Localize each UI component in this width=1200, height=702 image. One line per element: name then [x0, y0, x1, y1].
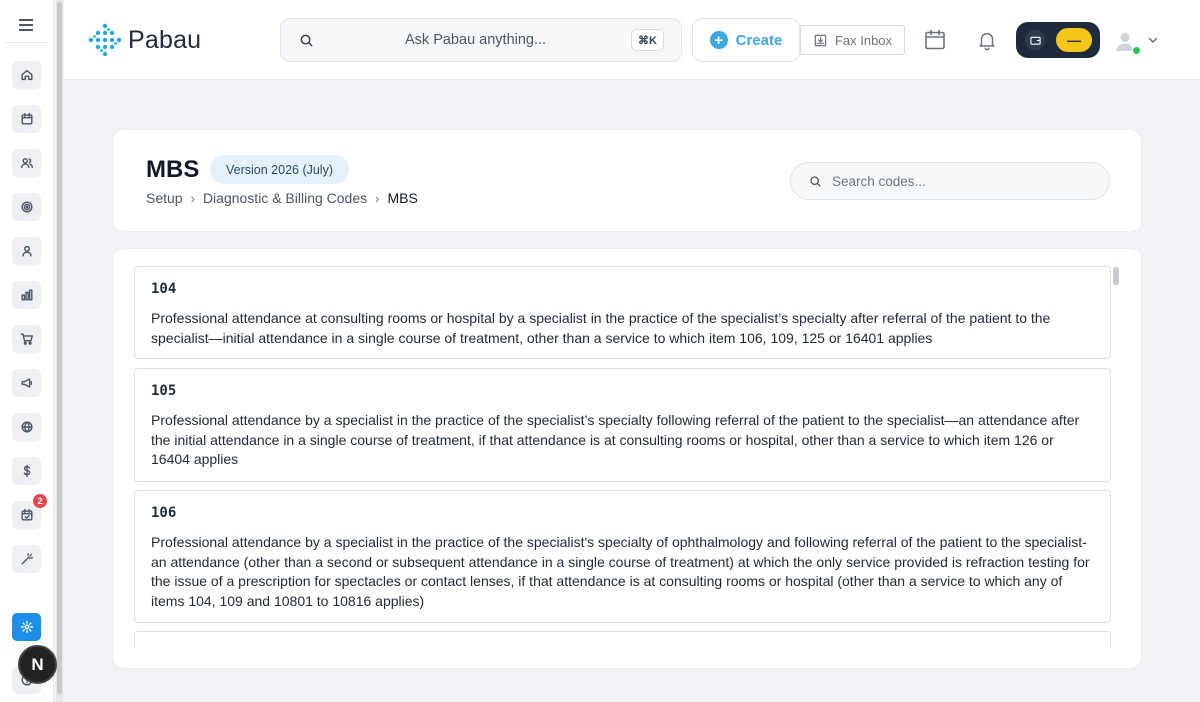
sidebar-item-tools[interactable] — [12, 545, 41, 573]
sidebar-item-clients[interactable] — [12, 149, 41, 177]
wallet-toggle[interactable]: — — [1016, 22, 1100, 58]
user-icon — [21, 245, 32, 257]
fax-inbox-button[interactable]: Fax Inbox — [800, 25, 905, 55]
calendar-check-icon — [20, 509, 33, 521]
dollar-icon — [23, 464, 30, 478]
breadcrumb-setup[interactable]: Setup — [146, 190, 183, 206]
target-icon — [20, 201, 33, 213]
create-button[interactable]: + Create — [692, 18, 800, 62]
bar-chart-icon — [20, 289, 33, 301]
calendar-icon — [20, 113, 33, 125]
calendar-icon[interactable] — [923, 28, 947, 52]
code-number: 104 — [151, 281, 177, 297]
sidebar-item-reports[interactable] — [12, 281, 41, 309]
code-description: Professional attendance by a specialist … — [151, 534, 1090, 609]
user-initial-avatar[interactable]: N — [18, 645, 57, 684]
breadcrumb: Setup › Diagnostic & Billing Codes › MBS — [146, 190, 418, 206]
notification-badge: 2 — [33, 494, 47, 508]
sidebar-item-setup[interactable] — [12, 613, 41, 641]
search-shortcut-badge: ⌘K — [631, 29, 664, 51]
codes-list-card: 104 Professional attendance at consultin… — [112, 248, 1142, 669]
rail-scrollbar[interactable] — [56, 0, 63, 702]
sidebar-item-marketing[interactable] — [12, 369, 41, 397]
inbox-download-icon — [814, 34, 827, 46]
hamburger-menu-icon[interactable] — [19, 19, 33, 31]
breadcrumb-current: MBS — [387, 190, 418, 206]
chevron-right-icon: › — [375, 190, 380, 206]
bell-icon[interactable] — [976, 29, 998, 51]
search-icon — [810, 176, 821, 187]
list-item[interactable]: 106 Professional attendance by a special… — [134, 490, 1111, 623]
code-description: Professional attendance by a specialist … — [151, 412, 1080, 467]
list-scrollbar[interactable] — [1113, 267, 1119, 285]
code-search-input[interactable]: Search codes... — [790, 162, 1110, 200]
list-item[interactable]: 104 Professional attendance at consultin… — [134, 266, 1111, 359]
sidebar-item-staff[interactable] — [12, 237, 41, 265]
megaphone-icon — [20, 378, 32, 388]
plus-circle-icon: + — [709, 31, 728, 49]
fax-inbox-label: Fax Inbox — [834, 32, 893, 48]
code-number: 106 — [151, 505, 177, 521]
magic-wand-icon — [20, 553, 33, 565]
sidebar-item-online[interactable] — [12, 413, 41, 441]
page-title: MBS — [146, 156, 200, 183]
toggle-pill: — — [1056, 28, 1092, 52]
logo-text: Pabau — [128, 25, 202, 54]
sidebar-item-financials[interactable] — [12, 457, 41, 485]
chevron-down-icon[interactable] — [1147, 34, 1159, 46]
sidebar-item-home[interactable] — [12, 61, 41, 89]
users-icon — [20, 158, 33, 169]
online-status-dot — [1132, 46, 1141, 55]
sidebar-item-calendar[interactable] — [12, 105, 41, 133]
cart-icon — [20, 333, 33, 345]
search-placeholder: Ask Pabau anything... — [405, 32, 547, 48]
create-button-label: Create — [735, 31, 783, 49]
globe-icon — [20, 421, 33, 433]
search-icon — [300, 34, 313, 47]
breadcrumb-billing-codes[interactable]: Diagnostic & Billing Codes — [203, 190, 367, 206]
top-bar: Pabau Ask Pabau anything... ⌘K + Create … — [64, 0, 1200, 80]
sidebar-item-store[interactable] — [12, 325, 41, 353]
global-search-input[interactable]: Ask Pabau anything... ⌘K — [280, 18, 682, 62]
rail-divider — [6, 42, 48, 43]
version-badge[interactable]: Version 2026 (July) — [210, 155, 350, 184]
list-item[interactable] — [134, 631, 1111, 647]
page-header-card: MBS Version 2026 (July) Setup › Diagnost… — [112, 129, 1142, 232]
list-item[interactable]: 105 Professional attendance by a special… — [134, 368, 1111, 482]
home-icon — [20, 69, 33, 81]
left-rail: 2 — [0, 0, 54, 702]
chevron-right-icon: › — [190, 190, 195, 206]
codes-list[interactable]: 104 Professional attendance at consultin… — [133, 265, 1113, 647]
code-number: 105 — [151, 383, 177, 399]
code-search-placeholder: Search codes... — [832, 174, 926, 189]
sidebar-item-targets[interactable] — [12, 193, 41, 221]
pabau-logo[interactable]: Pabau — [88, 22, 201, 58]
code-description: Professional attendance at consulting ro… — [151, 310, 1051, 346]
settings-icon — [20, 620, 33, 634]
wallet-icon — [1025, 30, 1045, 50]
logo-icon — [88, 23, 122, 57]
sidebar-item-tasks[interactable]: 2 — [12, 494, 47, 529]
